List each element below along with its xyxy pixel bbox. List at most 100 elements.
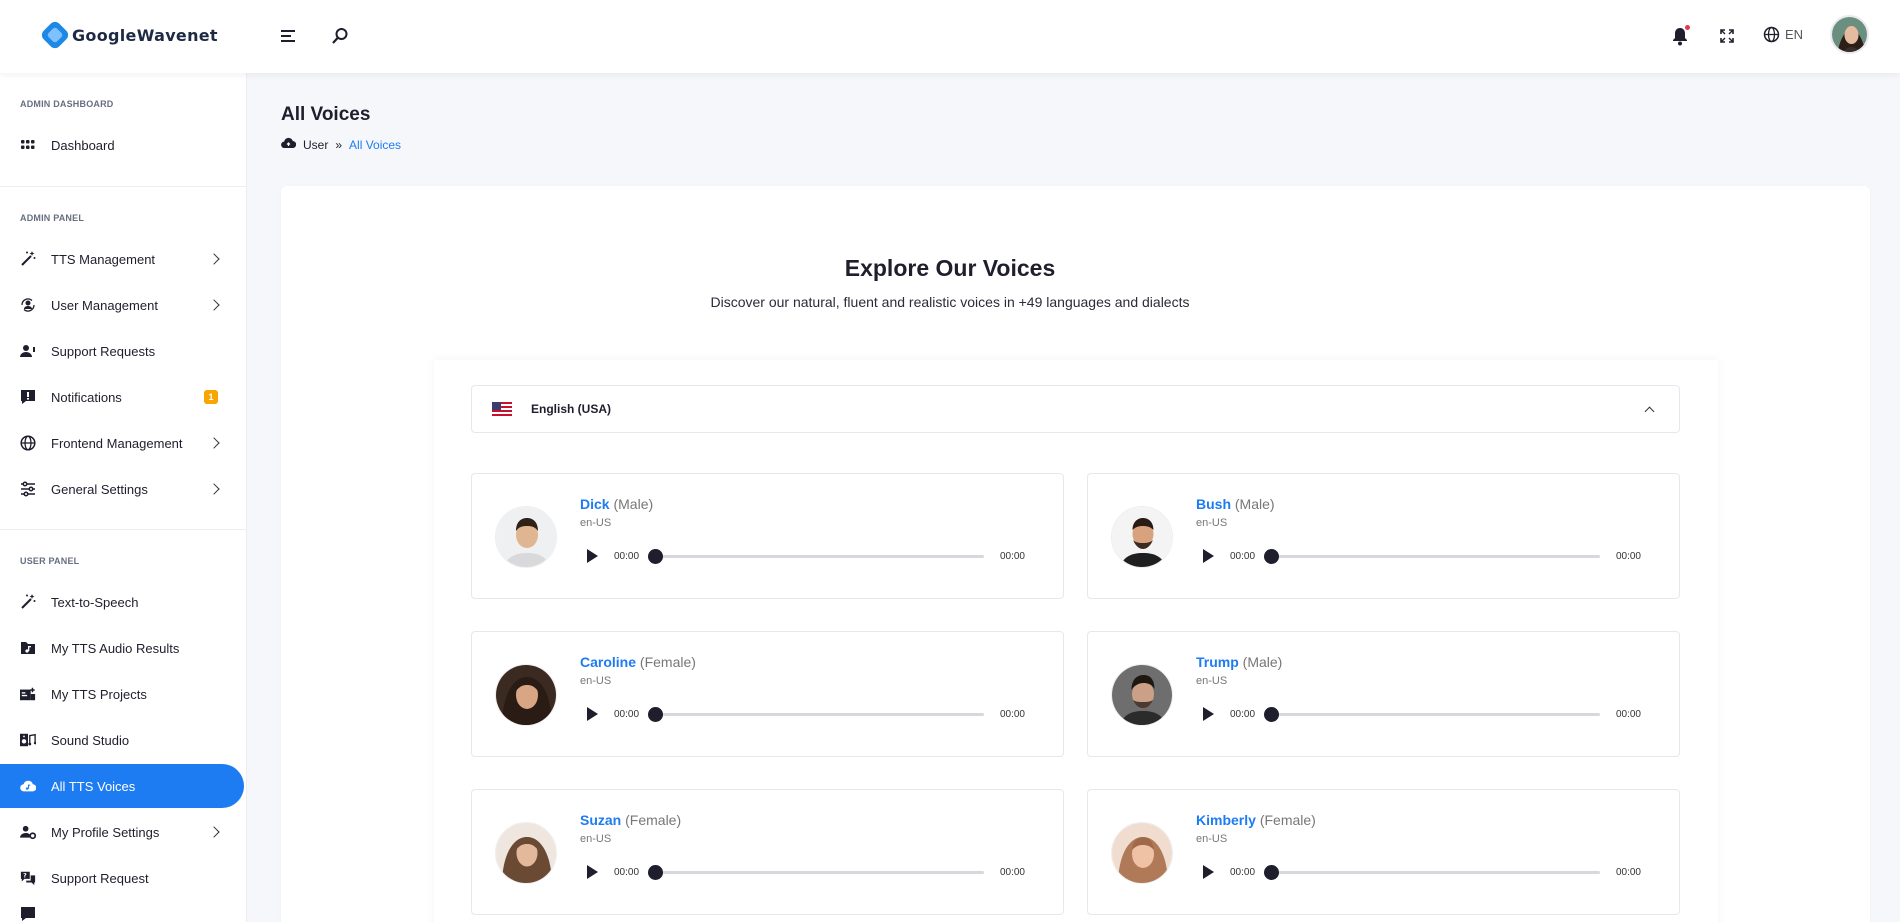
sliders-icon bbox=[20, 481, 36, 497]
globe-icon bbox=[1763, 26, 1780, 43]
chevron-right-icon bbox=[208, 483, 220, 495]
voice-avatar bbox=[495, 664, 557, 726]
voice-card: Kimberly (Female) en-US 00:00 00:00 bbox=[1087, 789, 1680, 915]
divider bbox=[0, 529, 247, 530]
language-switcher[interactable]: EN bbox=[1763, 26, 1803, 43]
page-title: All Voices bbox=[281, 104, 371, 125]
current-time: 00:00 bbox=[614, 866, 640, 878]
play-icon[interactable] bbox=[1203, 707, 1214, 721]
seek-slider[interactable] bbox=[1264, 864, 1600, 880]
breadcrumb-separator-icon: » bbox=[335, 137, 343, 152]
voice-title: Caroline (Female) bbox=[580, 654, 696, 670]
voice-name[interactable]: Suzan bbox=[580, 812, 621, 828]
play-icon[interactable] bbox=[587, 865, 598, 879]
seek-slider[interactable] bbox=[648, 548, 984, 564]
seek-handle[interactable] bbox=[648, 864, 664, 880]
magic-wand-icon bbox=[20, 594, 36, 610]
sidebar: ADMIN DASHBOARD Dashboard ADMIN PANEL TT… bbox=[0, 73, 247, 922]
voice-locale: en-US bbox=[1196, 833, 1228, 845]
voice-name[interactable]: Kimberly bbox=[1196, 812, 1256, 828]
section-title-admin-dashboard: ADMIN DASHBOARD bbox=[20, 99, 114, 109]
play-icon[interactable] bbox=[587, 707, 598, 721]
svg-text:?: ? bbox=[23, 873, 27, 880]
explore-subtitle: Discover our natural, fluent and realist… bbox=[710, 294, 1190, 310]
duration: 00:00 bbox=[1615, 708, 1641, 720]
search-icon[interactable] bbox=[328, 24, 352, 48]
sidebar-item-text-to-speech[interactable]: Text-to-Speech bbox=[0, 580, 244, 624]
voice-name[interactable]: Trump bbox=[1196, 654, 1239, 670]
music-folder-icon bbox=[20, 640, 36, 656]
breadcrumb-current[interactable]: All Voices bbox=[349, 138, 401, 152]
grid-icon bbox=[20, 137, 36, 153]
sidebar-item-my-tts-projects[interactable]: My TTS Projects bbox=[0, 672, 244, 716]
explore-title: Explore Our Voices bbox=[844, 255, 1056, 281]
voice-title: Suzan (Female) bbox=[580, 812, 681, 828]
sidebar-item-my-profile-settings[interactable]: My Profile Settings bbox=[0, 810, 244, 854]
play-icon[interactable] bbox=[1203, 865, 1214, 879]
sidebar-item-dashboard[interactable]: Dashboard bbox=[0, 123, 244, 167]
brand-name-second: Wavenet bbox=[136, 25, 218, 45]
section-title-admin-panel: ADMIN PANEL bbox=[20, 213, 85, 223]
audio-player: 00:00 00:00 bbox=[1196, 862, 1641, 882]
user-support-icon bbox=[20, 343, 36, 359]
seek-handle[interactable] bbox=[648, 706, 664, 722]
sidebar-item-support-request[interactable]: ? Support Request bbox=[0, 856, 244, 900]
voice-card: Trump (Male) en-US 00:00 00:00 bbox=[1087, 631, 1680, 757]
seek-slider[interactable] bbox=[648, 706, 984, 722]
voice-card: Dick (Male) en-US 00:00 00:00 bbox=[471, 473, 1064, 599]
cloud-music-icon bbox=[20, 778, 36, 794]
voice-avatar bbox=[1111, 506, 1173, 568]
alert-message-icon bbox=[20, 906, 36, 922]
seek-slider[interactable] bbox=[1264, 548, 1600, 564]
logo-icon bbox=[39, 19, 71, 51]
voice-name[interactable]: Dick bbox=[580, 496, 610, 512]
duration: 00:00 bbox=[1615, 550, 1641, 562]
voice-card: Caroline (Female) en-US 00:00 00:00 bbox=[471, 631, 1064, 757]
current-time: 00:00 bbox=[614, 708, 640, 720]
chevron-right-icon bbox=[208, 437, 220, 449]
language-code: EN bbox=[1785, 27, 1804, 42]
seek-slider[interactable] bbox=[1264, 706, 1600, 722]
seek-handle[interactable] bbox=[1264, 864, 1280, 880]
seek-handle[interactable] bbox=[1264, 706, 1280, 722]
play-icon[interactable] bbox=[1203, 549, 1214, 563]
sound-studio-icon bbox=[20, 732, 36, 748]
voice-card: Suzan (Female) en-US 00:00 00:00 bbox=[471, 789, 1064, 915]
voice-gender: (Male) bbox=[1234, 496, 1275, 512]
voice-locale: en-US bbox=[580, 517, 612, 529]
play-icon[interactable] bbox=[587, 549, 598, 563]
breadcrumb: User » All Voices bbox=[281, 137, 401, 152]
sidebar-item-support-requests[interactable]: Support Requests bbox=[0, 329, 244, 373]
user-avatar[interactable] bbox=[1830, 15, 1869, 54]
language-label: English (USA) bbox=[531, 402, 611, 416]
voice-avatar bbox=[1111, 822, 1173, 884]
seek-handle[interactable] bbox=[648, 548, 664, 564]
sidebar-item-notifications[interactable]: Notifications 1 bbox=[0, 375, 244, 419]
current-time: 00:00 bbox=[1230, 866, 1256, 878]
duration: 00:00 bbox=[1615, 866, 1641, 878]
voice-name[interactable]: Bush bbox=[1196, 496, 1231, 512]
menu-toggle-icon[interactable] bbox=[277, 24, 301, 48]
voice-avatar bbox=[1111, 664, 1173, 726]
sidebar-item-sound-studio[interactable]: Sound Studio bbox=[0, 718, 244, 762]
sidebar-item-general-settings[interactable]: General Settings bbox=[0, 467, 244, 511]
language-accordion-header[interactable]: English (USA) bbox=[471, 385, 1680, 433]
help-chat-icon: ? bbox=[20, 870, 36, 886]
breadcrumb-user[interactable]: User bbox=[303, 138, 328, 152]
audio-player: 00:00 00:00 bbox=[1196, 704, 1641, 724]
brand-name-first: Google bbox=[72, 25, 137, 45]
seek-handle[interactable] bbox=[1264, 548, 1280, 564]
voice-locale: en-US bbox=[580, 675, 612, 687]
sidebar-item-notifications-cutoff[interactable] bbox=[0, 902, 244, 922]
seek-slider[interactable] bbox=[648, 864, 984, 880]
section-title-user-panel: USER PANEL bbox=[20, 556, 80, 566]
logo[interactable]: GoogleWavenet bbox=[39, 19, 218, 51]
sidebar-item-my-tts-audio-results[interactable]: My TTS Audio Results bbox=[0, 626, 244, 670]
current-time: 00:00 bbox=[1230, 550, 1256, 562]
fullscreen-icon[interactable] bbox=[1715, 24, 1739, 48]
sidebar-item-all-tts-voices[interactable]: All TTS Voices bbox=[0, 764, 244, 808]
voice-avatar bbox=[495, 822, 557, 884]
notifications-bell-icon[interactable] bbox=[1668, 24, 1692, 48]
sidebar-item-frontend-management[interactable]: Frontend Management bbox=[0, 421, 244, 465]
voice-name[interactable]: Caroline bbox=[580, 654, 636, 670]
